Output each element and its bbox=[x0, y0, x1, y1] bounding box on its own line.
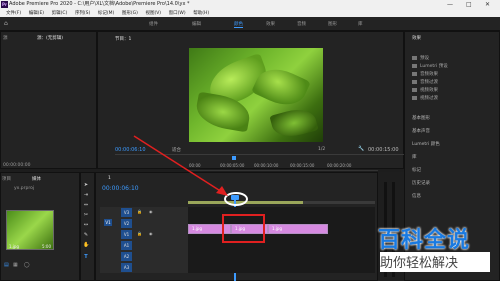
panel-history[interactable]: 历史记录 bbox=[412, 180, 430, 186]
source-patch-v1[interactable]: V1 bbox=[104, 219, 112, 226]
media-name: 1.jpg bbox=[9, 244, 20, 249]
track-label-v1[interactable]: V1 bbox=[121, 230, 132, 239]
tab-project[interactable]: 项目 bbox=[2, 176, 11, 182]
ruler-label: 00:00:10:00 bbox=[254, 163, 279, 168]
panel-lumetri-color[interactable]: Lumetri 颜色 bbox=[412, 141, 440, 147]
track-header-a3 bbox=[100, 262, 188, 273]
track-lanes bbox=[188, 207, 375, 273]
media-duration: 5:00 bbox=[42, 244, 51, 249]
track-label-v3[interactable]: V3 bbox=[121, 208, 132, 217]
project-bottom-toolbar: ▤ ▦ ◯ bbox=[4, 262, 74, 268]
folder-icon bbox=[412, 87, 417, 92]
track-label-a2[interactable]: A2 bbox=[121, 252, 132, 261]
workspace-bar: ⌂ 组件 编辑 颜色 效果 音频 图形 库 bbox=[0, 17, 500, 31]
tab-source[interactable]: 源 bbox=[3, 35, 8, 41]
annotation-arrow bbox=[133, 135, 228, 196]
track-label-a1[interactable]: A1 bbox=[121, 241, 132, 250]
tab-media[interactable]: 媒体 bbox=[32, 176, 41, 182]
resolution-dropdown[interactable]: 1/2 bbox=[318, 147, 325, 152]
workspace-tab-effects[interactable]: 效果 bbox=[266, 21, 275, 27]
project-file-name: yx.prproj bbox=[14, 186, 35, 191]
folder-icon bbox=[412, 55, 417, 60]
list-view-icon[interactable]: ▤ bbox=[4, 262, 9, 268]
tab-timeline-sequence[interactable]: 1 bbox=[108, 176, 111, 181]
workspace-tab-assembly[interactable]: 组件 bbox=[149, 21, 158, 27]
source-panel: 源 源：(无剪辑) 00:00:00:00 bbox=[0, 31, 97, 169]
workspace-tab-editing[interactable]: 编辑 bbox=[192, 21, 201, 27]
lock-icon[interactable]: 🔒 bbox=[137, 231, 142, 236]
window-title: Adobe Premiere Pro 2020 - C:\用户\XL\文档\Ad… bbox=[9, 1, 190, 7]
folder-icon bbox=[412, 95, 417, 100]
workspace-tab-graphics[interactable]: 图形 bbox=[328, 21, 337, 27]
effects-folder-presets[interactable]: 预设 bbox=[412, 55, 429, 61]
pen-tool-icon[interactable]: ✎ bbox=[83, 232, 89, 238]
track-select-tool-icon[interactable]: ⇥ bbox=[83, 192, 89, 198]
work-area-empty bbox=[303, 201, 375, 204]
slip-tool-icon[interactable]: ↔ bbox=[83, 222, 89, 228]
watermark-main: 百科全说 bbox=[378, 228, 471, 253]
workspace-tab-audio[interactable]: 音频 bbox=[297, 21, 306, 27]
source-timecode: 00:00:00:00 bbox=[3, 163, 31, 168]
eye-icon[interactable]: ◉ bbox=[149, 231, 153, 236]
track-label-v2[interactable]: V2 bbox=[121, 219, 132, 228]
icon-view-icon[interactable]: ▦ bbox=[13, 262, 18, 268]
track-header-a2 bbox=[100, 251, 188, 262]
maximize-button[interactable]: □ bbox=[466, 0, 472, 9]
tab-program[interactable]: 节目：1 bbox=[115, 36, 131, 42]
type-tool-icon[interactable]: T bbox=[83, 254, 89, 260]
panel-info[interactable]: 信息 bbox=[412, 193, 421, 199]
track-label-a3[interactable]: A3 bbox=[121, 263, 132, 272]
panel-essential-graphics[interactable]: 基本图形 bbox=[412, 115, 430, 121]
minimize-button[interactable]: — bbox=[447, 0, 453, 9]
workspace-tab-libraries[interactable]: 库 bbox=[358, 21, 363, 27]
hand-tool-icon[interactable]: ✋ bbox=[83, 242, 89, 248]
effects-folder-audio-effects[interactable]: 音频效果 bbox=[412, 71, 438, 77]
folder-icon bbox=[412, 71, 417, 76]
selection-tool-icon[interactable]: ➤ bbox=[83, 182, 89, 188]
premiere-app-icon: Pr bbox=[1, 1, 8, 8]
razor-tool-icon[interactable]: ✂ bbox=[83, 212, 89, 218]
wrench-icon[interactable]: 🔧 bbox=[358, 146, 364, 152]
track-header-a1 bbox=[100, 240, 188, 251]
ripple-tool-icon[interactable]: ⇔ bbox=[83, 202, 89, 208]
effects-folder-lumetri[interactable]: Lumetri 预设 bbox=[412, 63, 448, 69]
track-header-v3 bbox=[100, 207, 188, 218]
eye-icon[interactable]: ◉ bbox=[149, 209, 153, 214]
folder-icon bbox=[412, 79, 417, 84]
effects-folder-video-transitions[interactable]: 视频过渡 bbox=[412, 95, 438, 101]
program-end-timecode: 00:00:15:00 bbox=[368, 147, 399, 153]
annotation-highlight-box bbox=[222, 214, 265, 243]
menu-bar: 文件(F) 编辑(E) 剪辑(C) 序列(S) 标记(M) 图形(G) 视图(V… bbox=[0, 9, 500, 17]
effects-header[interactable]: 效果 bbox=[412, 35, 421, 41]
watermark: 百科全说 助你轻松解决 bbox=[378, 222, 490, 272]
track-header-v2 bbox=[100, 218, 188, 229]
ruler-label: 00:00:15:00 bbox=[290, 163, 315, 168]
effects-folder-video-effects[interactable]: 视频效果 bbox=[412, 87, 438, 93]
zoom-slider-icon[interactable]: ◯ bbox=[24, 262, 30, 268]
panel-essential-sound[interactable]: 基本声音 bbox=[412, 128, 430, 134]
home-icon[interactable]: ⌂ bbox=[4, 20, 8, 27]
close-button[interactable]: ✕ bbox=[485, 0, 490, 9]
watermark-sub: 助你轻松解决 bbox=[380, 252, 490, 272]
clip-v1-3[interactable]: 1.jpg bbox=[268, 224, 328, 234]
lock-icon[interactable]: 🔒 bbox=[137, 209, 142, 214]
ruler-label: 00:00:20:00 bbox=[327, 163, 352, 168]
title-bar: Pr Adobe Premiere Pro 2020 - C:\用户\XL\文档… bbox=[0, 0, 500, 9]
panel-libraries[interactable]: 库 bbox=[412, 154, 417, 160]
tab-source-no-clip[interactable]: 源：(无剪辑) bbox=[37, 35, 63, 41]
panel-markers[interactable]: 标记 bbox=[412, 167, 421, 173]
workspace-tab-color[interactable]: 颜色 bbox=[234, 21, 243, 28]
effects-folder-audio-transitions[interactable]: 音频过渡 bbox=[412, 79, 438, 85]
folder-icon bbox=[412, 63, 417, 68]
track-header-v1 bbox=[100, 229, 188, 240]
